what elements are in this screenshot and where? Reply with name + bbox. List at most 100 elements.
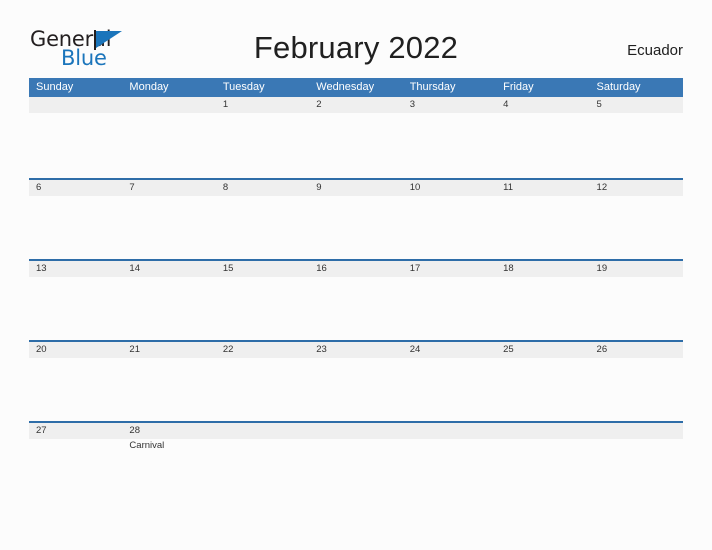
day-cell-25[interactable] xyxy=(496,358,589,421)
day-number-16[interactable]: 16 xyxy=(309,261,402,277)
calendar-page: { "brand": { "name_part1": "General", "n… xyxy=(0,0,712,550)
holiday-event: Carnival xyxy=(129,440,165,451)
day-number-empty xyxy=(496,423,589,439)
day-number-19[interactable]: 19 xyxy=(590,261,683,277)
day-cell-4[interactable] xyxy=(496,113,589,178)
day-cell-empty xyxy=(590,439,683,502)
day-number-9[interactable]: 9 xyxy=(309,180,402,196)
day-number-17[interactable]: 17 xyxy=(403,261,496,277)
day-cell-17[interactable] xyxy=(403,277,496,340)
day-body-row xyxy=(29,113,683,178)
day-number-2[interactable]: 2 xyxy=(309,97,402,113)
day-cell-14[interactable] xyxy=(122,277,215,340)
day-number-13[interactable]: 13 xyxy=(29,261,122,277)
day-cell-7[interactable] xyxy=(122,196,215,259)
day-number-empty xyxy=(29,97,122,113)
day-cell-13[interactable] xyxy=(29,277,122,340)
day-number-4[interactable]: 4 xyxy=(496,97,589,113)
weekday-header-sunday: Sunday xyxy=(36,81,74,93)
day-cell-empty xyxy=(403,439,496,502)
day-number-7[interactable]: 7 xyxy=(122,180,215,196)
day-cell-22[interactable] xyxy=(216,358,309,421)
day-number-21[interactable]: 21 xyxy=(122,342,215,358)
day-number-empty xyxy=(216,423,309,439)
day-cell-8[interactable] xyxy=(216,196,309,259)
day-cell-empty xyxy=(216,439,309,502)
day-number-24[interactable]: 24 xyxy=(403,342,496,358)
weekday-header-saturday: Saturday xyxy=(596,81,641,93)
day-number-10[interactable]: 10 xyxy=(403,180,496,196)
day-number-11[interactable]: 11 xyxy=(496,180,589,196)
day-cell-19[interactable] xyxy=(590,277,683,340)
day-number-28[interactable]: 28 xyxy=(122,423,215,439)
day-cell-11[interactable] xyxy=(496,196,589,259)
calendar-week-row: 13 14 15 16 17 18 19 xyxy=(29,259,683,340)
calendar-week-row: 27 28 Carnival xyxy=(29,421,683,502)
day-cell-empty xyxy=(496,439,589,502)
day-number-23[interactable]: 23 xyxy=(309,342,402,358)
calendar-week-row: 12345 xyxy=(29,97,683,178)
weekday-header-monday: Monday xyxy=(129,81,169,93)
calendar-week-row: 20 21 22 23 24 25 26 xyxy=(29,340,683,421)
day-cell-1[interactable] xyxy=(216,113,309,178)
day-body-row: Carnival xyxy=(29,439,683,502)
day-number-band: 20 21 22 23 24 25 26 xyxy=(29,342,683,358)
day-cell-20[interactable] xyxy=(29,358,122,421)
day-number-12[interactable]: 12 xyxy=(590,180,683,196)
day-number-empty xyxy=(309,423,402,439)
day-number-band: 27 28 xyxy=(29,423,683,439)
calendar-grid: Sunday Monday Tuesday Wednesday Thursday Frid… xyxy=(29,78,683,502)
day-cell-16[interactable] xyxy=(309,277,402,340)
weekday-header-tuesday: Tuesday xyxy=(222,81,265,93)
day-cell-18[interactable] xyxy=(496,277,589,340)
day-body-row xyxy=(29,358,683,421)
day-cell-empty xyxy=(29,113,122,178)
day-number-band: 6 7 8 9 10 11 12 xyxy=(29,180,683,196)
day-number-20[interactable]: 20 xyxy=(29,342,122,358)
day-cell-21[interactable] xyxy=(122,358,215,421)
calendar-weeks: 1 2 3 4 5 6 7 8 9 10 11 12 13 14 15 16 17 18 19 20 21 22 23 24 2… xyxy=(29,97,683,502)
day-cell-12[interactable] xyxy=(590,196,683,259)
day-cell-23[interactable] xyxy=(309,358,402,421)
calendar-week-row: 6 7 8 9 10 11 12 xyxy=(29,178,683,259)
day-number-5[interactable]: 5 xyxy=(590,97,683,113)
day-cell-empty xyxy=(309,439,402,502)
day-cell-26[interactable] xyxy=(590,358,683,421)
weekday-header-row: Sunday Monday Tuesday Wednesday Thursday Frid… xyxy=(29,78,683,97)
day-cell-28[interactable]: Carnival xyxy=(122,439,215,502)
day-number-14[interactable]: 14 xyxy=(122,261,215,277)
day-cell-9[interactable] xyxy=(309,196,402,259)
day-number-8[interactable]: 8 xyxy=(216,180,309,196)
weekday-header-wednesday: Wednesday xyxy=(316,81,375,93)
day-number-18[interactable]: 18 xyxy=(496,261,589,277)
day-number-3[interactable]: 3 xyxy=(403,97,496,113)
day-number-25[interactable]: 25 xyxy=(496,342,589,358)
day-number-band: 12345 xyxy=(29,97,683,113)
day-number-empty xyxy=(403,423,496,439)
page-header: General Blue February 2022 Ecuador xyxy=(0,0,712,72)
day-number-6[interactable]: 6 xyxy=(29,180,122,196)
day-body-row xyxy=(29,196,683,259)
region-label: Ecuador xyxy=(627,42,683,59)
day-number-band: 13 14 15 16 17 18 19 xyxy=(29,261,683,277)
day-cell-24[interactable] xyxy=(403,358,496,421)
day-cell-6[interactable] xyxy=(29,196,122,259)
day-cell-empty xyxy=(122,113,215,178)
day-cell-5[interactable] xyxy=(590,113,683,178)
page-title: February 2022 xyxy=(253,30,459,65)
day-number-27[interactable]: 27 xyxy=(29,423,122,439)
day-body-row xyxy=(29,277,683,340)
day-number-22[interactable]: 22 xyxy=(216,342,309,358)
weekday-header-thursday: Thursday xyxy=(409,81,456,93)
day-cell-10[interactable] xyxy=(403,196,496,259)
day-number-15[interactable]: 15 xyxy=(216,261,309,277)
day-number-empty xyxy=(590,423,683,439)
day-number-26[interactable]: 26 xyxy=(590,342,683,358)
day-cell-27[interactable] xyxy=(29,439,122,502)
day-cell-15[interactable] xyxy=(216,277,309,340)
day-cell-3[interactable] xyxy=(403,113,496,178)
day-cell-2[interactable] xyxy=(309,113,402,178)
day-number-empty xyxy=(122,97,215,113)
day-number-1[interactable]: 1 xyxy=(216,97,309,113)
weekday-header-friday: Friday xyxy=(503,81,534,93)
